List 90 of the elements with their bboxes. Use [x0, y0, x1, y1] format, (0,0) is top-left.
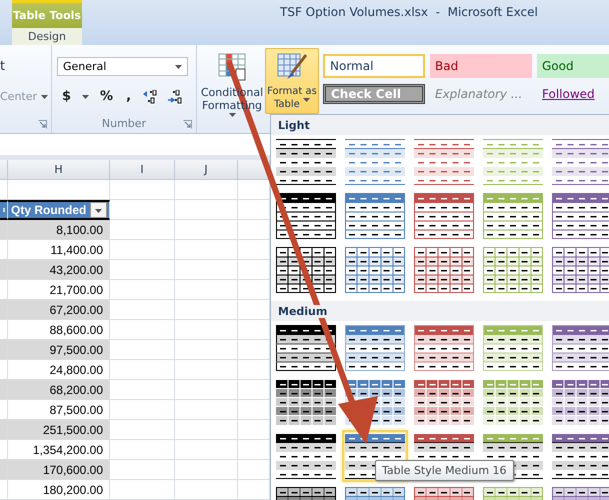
empty-cell [175, 240, 238, 260]
number-format-button[interactable]: % [98, 89, 116, 104]
empty-cell [175, 320, 238, 340]
dialog-launcher-icon[interactable] [38, 120, 47, 129]
contextual-tab-group: Table Tools [12, 0, 82, 28]
table-style-swatch[interactable] [483, 247, 543, 293]
filter-dropdown-icon[interactable] [90, 202, 107, 218]
table-style-swatch[interactable] [414, 379, 474, 425]
empty-cell [110, 240, 175, 260]
decrease-decimal-icon[interactable] [167, 90, 184, 104]
caret-icon [41, 94, 48, 98]
table-style-swatch[interactable] [483, 193, 543, 239]
table-cell: 170,600.00 [8, 460, 110, 480]
dialog-launcher-icon[interactable] [183, 120, 192, 129]
caret-icon [303, 98, 310, 102]
number-format-dropdown[interactable]: General [57, 57, 188, 76]
table-style-swatch[interactable] [552, 193, 609, 239]
column-header[interactable]: J [175, 160, 238, 180]
empty-cell [175, 460, 238, 480]
table-style-swatch[interactable] [276, 193, 336, 239]
empty-cell [175, 300, 238, 320]
empty-cell [110, 280, 175, 300]
table-style-swatch[interactable] [276, 433, 336, 479]
table-cell: 8,100.00 [8, 220, 110, 240]
table-style-swatch[interactable] [276, 325, 336, 371]
table-header-cell: Qty Rounded [8, 200, 110, 220]
table-cell: 251,500.00 [8, 420, 110, 440]
table-brush-icon [277, 53, 307, 81]
empty-cell [110, 400, 175, 420]
tooltip: Table Style Medium 16 [375, 460, 514, 481]
table-cell: 97,500.00 [8, 340, 110, 360]
ribbon-tab[interactable]: Design [12, 28, 82, 45]
format-as-table-button[interactable]: Format as Table [265, 48, 319, 114]
table-style-swatch[interactable] [552, 325, 609, 371]
empty-cell [175, 380, 238, 400]
table-style-swatch[interactable] [414, 325, 474, 371]
group-label: Number [100, 117, 148, 130]
table-style-swatch[interactable] [276, 379, 336, 425]
cell-style[interactable]: Followed [537, 84, 609, 104]
gallery-section-header: Medium [278, 304, 328, 318]
empty-cell [175, 480, 238, 500]
column-header[interactable]: I [110, 160, 175, 180]
table-style-swatch[interactable] [552, 247, 609, 293]
table-cell: 43,200.00 [8, 260, 110, 280]
gallery-section-header: Light [278, 118, 310, 132]
table-style-swatch[interactable] [276, 139, 336, 185]
cell-style[interactable]: Good [537, 54, 609, 78]
empty-cell [175, 400, 238, 420]
table-style-swatch[interactable] [483, 379, 543, 425]
empty-cell [175, 440, 238, 460]
wrap-text-label[interactable]: t [0, 59, 6, 74]
table-styles-menu[interactable]: Light Medium Table Style Medium 16 [270, 114, 609, 500]
window-title: TSF Option Volumes.xlsx - Microsoft Excel [280, 5, 538, 19]
column-header[interactable]: H [8, 160, 110, 180]
table-style-swatch[interactable] [414, 247, 474, 293]
empty-cell [175, 420, 238, 440]
empty-cell [175, 220, 238, 240]
table-style-swatch[interactable] [345, 139, 405, 185]
empty-cell [175, 180, 238, 200]
empty-cell [110, 480, 175, 500]
table-style-swatch[interactable] [552, 379, 609, 425]
empty-cell [175, 340, 238, 360]
empty-cell [175, 360, 238, 380]
table-cell: 67,200.00 [8, 300, 110, 320]
empty-cell [175, 200, 238, 220]
table-style-swatch[interactable] [414, 139, 474, 185]
cell-style[interactable]: Explanatory ... [430, 84, 532, 104]
cell-style[interactable]: Bad [430, 54, 532, 78]
caret-icon [175, 64, 182, 68]
table-cell: 68,200.00 [8, 380, 110, 400]
table-style-swatch[interactable] [345, 325, 405, 371]
table-style-swatch[interactable] [345, 247, 405, 293]
empty-cell [110, 180, 175, 200]
table-style-swatch[interactable] [414, 193, 474, 239]
caret-icon [228, 113, 236, 117]
caret-icon [82, 94, 90, 98]
empty-cell [110, 440, 175, 460]
table-cell: 180,200.00 [8, 480, 110, 500]
empty-cell [110, 360, 175, 380]
table-style-swatch[interactable] [483, 139, 543, 185]
empty-cell [175, 280, 238, 300]
table-style-swatch[interactable] [345, 193, 405, 239]
increase-decimal-icon[interactable] [142, 90, 158, 104]
number-format-button[interactable]: , [124, 89, 134, 104]
cell-style[interactable]: Normal [323, 54, 425, 78]
table-style-swatch[interactable] [552, 139, 609, 185]
number-format-button[interactable]: $ [60, 89, 74, 104]
empty-cell [110, 320, 175, 340]
table-style-swatch[interactable] [552, 433, 609, 479]
empty-cell [175, 260, 238, 280]
